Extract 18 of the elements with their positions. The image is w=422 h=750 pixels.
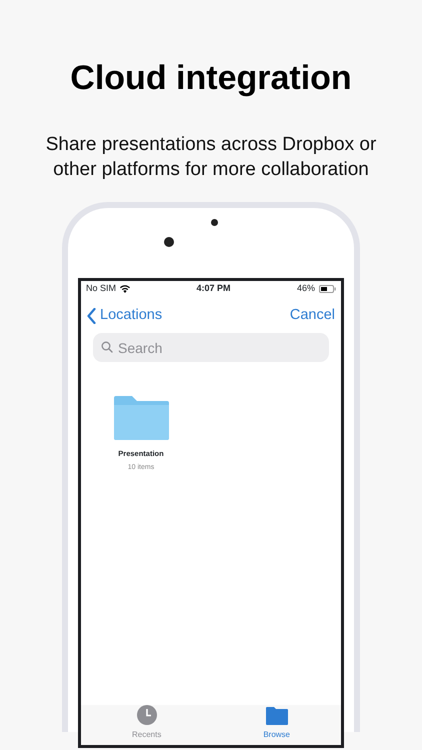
camera-dot — [164, 237, 174, 247]
chevron-icon — [87, 308, 96, 324]
headline: Cloud integration — [69, 58, 353, 98]
tab-button[interactable]: Recents — [81, 705, 212, 745]
folder-icon[interactable] — [114, 396, 168, 440]
carrier-text: No SIM — [86, 282, 116, 296]
battery-text: 46% — [296, 282, 315, 296]
search-field[interactable]: Search — [93, 333, 329, 362]
search-icon — [101, 341, 113, 353]
speaker-dot — [211, 219, 218, 226]
folder-icon — [266, 707, 288, 725]
cancel-link[interactable]: Cancel — [290, 305, 335, 327]
tab-button[interactable]: Browse — [212, 705, 342, 745]
wifi-icon — [120, 285, 130, 293]
time-text: 4:07 PM — [196, 282, 230, 296]
subtitle: Share presentations across Dropbox or other platforms for more collaboration — [44, 133, 378, 182]
battery-icon — [318, 285, 336, 293]
back-link[interactable]: Locations — [87, 305, 162, 327]
